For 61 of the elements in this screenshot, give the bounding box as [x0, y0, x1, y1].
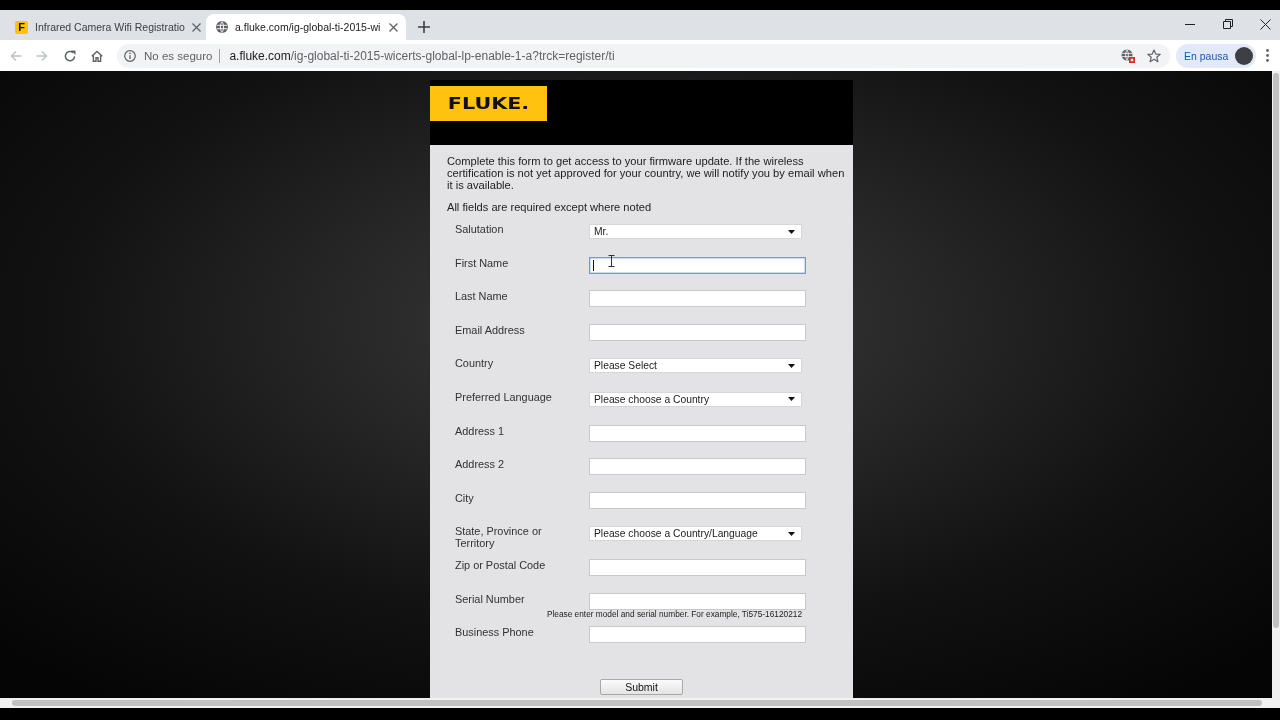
info-icon[interactable]: [124, 49, 136, 62]
field-label: Email Address: [455, 323, 526, 336]
required-note: All fields are required except where noted: [447, 201, 653, 213]
text-field[interactable]: [589, 626, 806, 644]
scrollbar-thumb[interactable]: [12, 700, 1262, 706]
dropdown-select[interactable]: Mr.: [589, 224, 802, 239]
text-field[interactable]: [589, 558, 806, 576]
restore-icon[interactable]: [1223, 19, 1233, 29]
field-label: Serial Number: [455, 592, 526, 605]
field-label: Country: [455, 357, 495, 370]
field-label: City: [455, 491, 475, 504]
text-caret: [593, 259, 594, 271]
text-field[interactable]: [589, 491, 806, 509]
field-label: Address 2: [455, 458, 506, 471]
globe-badge-icon[interactable]: [1121, 48, 1135, 63]
browser-tab[interactable]: a.fluke.com/ig-global-ti-2015-wi: [206, 14, 406, 40]
globe-icon: [216, 21, 228, 33]
text-field[interactable]: [589, 458, 806, 476]
dropdown-select[interactable]: Please Select: [589, 358, 802, 374]
scrollbar-thumb[interactable]: [1273, 73, 1279, 628]
dropdown-arrow-icon: [788, 531, 795, 536]
home-icon[interactable]: [91, 49, 103, 62]
mouse-pointer-icon: [608, 254, 615, 267]
minimize-icon[interactable]: [1185, 23, 1195, 25]
dropdown-select[interactable]: Please choose a Country: [589, 391, 802, 407]
field-label: Address 1: [455, 424, 506, 437]
profile-chip[interactable]: En pausa: [1176, 43, 1256, 68]
dropdown-arrow-icon: [788, 397, 795, 402]
field-label: Preferred Language: [455, 390, 553, 403]
security-label: No es seguro: [144, 49, 213, 62]
text-field[interactable]: [589, 323, 806, 341]
favicon-logo: F: [15, 20, 28, 34]
new-tab-plus-icon[interactable]: [418, 21, 430, 33]
dropdown-select[interactable]: Please choose a Country/Language: [589, 526, 802, 542]
field-label: Zip or Postal Code: [455, 558, 547, 571]
text-field[interactable]: [589, 290, 806, 308]
dropdown-arrow-icon: [788, 363, 795, 368]
avatar-icon: [1235, 46, 1253, 65]
text-field[interactable]: [589, 424, 806, 442]
submit-button[interactable]: Submit: [600, 678, 683, 695]
close-icon[interactable]: [1260, 18, 1271, 30]
intro-text: Complete this form to get access to your firmware update. If the wireless certification is not yet approved for your country, we will notify you by email when it is available.: [447, 155, 846, 191]
close-icon[interactable]: [389, 22, 398, 32]
field-label: Last Name: [455, 290, 509, 303]
url-text: a.fluke.com/ig-global-ti-2015-wicerts-global-lp-enable-1-a?trck=register/ti: [229, 48, 615, 63]
bookmark-star-icon[interactable]: [1147, 48, 1161, 63]
field-label: State, Province or Territory: [455, 525, 543, 550]
field-label: First Name: [455, 256, 510, 269]
vertical-scrollbar[interactable]: [1272, 71, 1280, 698]
field-label: Business Phone: [455, 626, 535, 639]
field-hint: Please enter model and serial number. For example, Ti575-16120212: [546, 609, 802, 618]
reload-icon[interactable]: [64, 49, 76, 62]
more-menu-icon[interactable]: [1266, 49, 1269, 62]
horizontal-scrollbar[interactable]: [0, 698, 1280, 708]
browser-tab[interactable]: F Infrared Camera Wifi Registratio: [8, 14, 206, 40]
address-bar[interactable]: No es seguro a.fluke.com/ig-global-ti-2015-wicerts-global-lp-enable-1-a?trck=register/ti: [117, 43, 1170, 68]
text-field[interactable]: [589, 592, 806, 610]
dropdown-arrow-icon: [788, 229, 795, 234]
field-label: Salutation: [455, 223, 505, 235]
text-field[interactable]: [589, 256, 806, 274]
brand-logo[interactable]: FLUKE.: [430, 86, 547, 121]
